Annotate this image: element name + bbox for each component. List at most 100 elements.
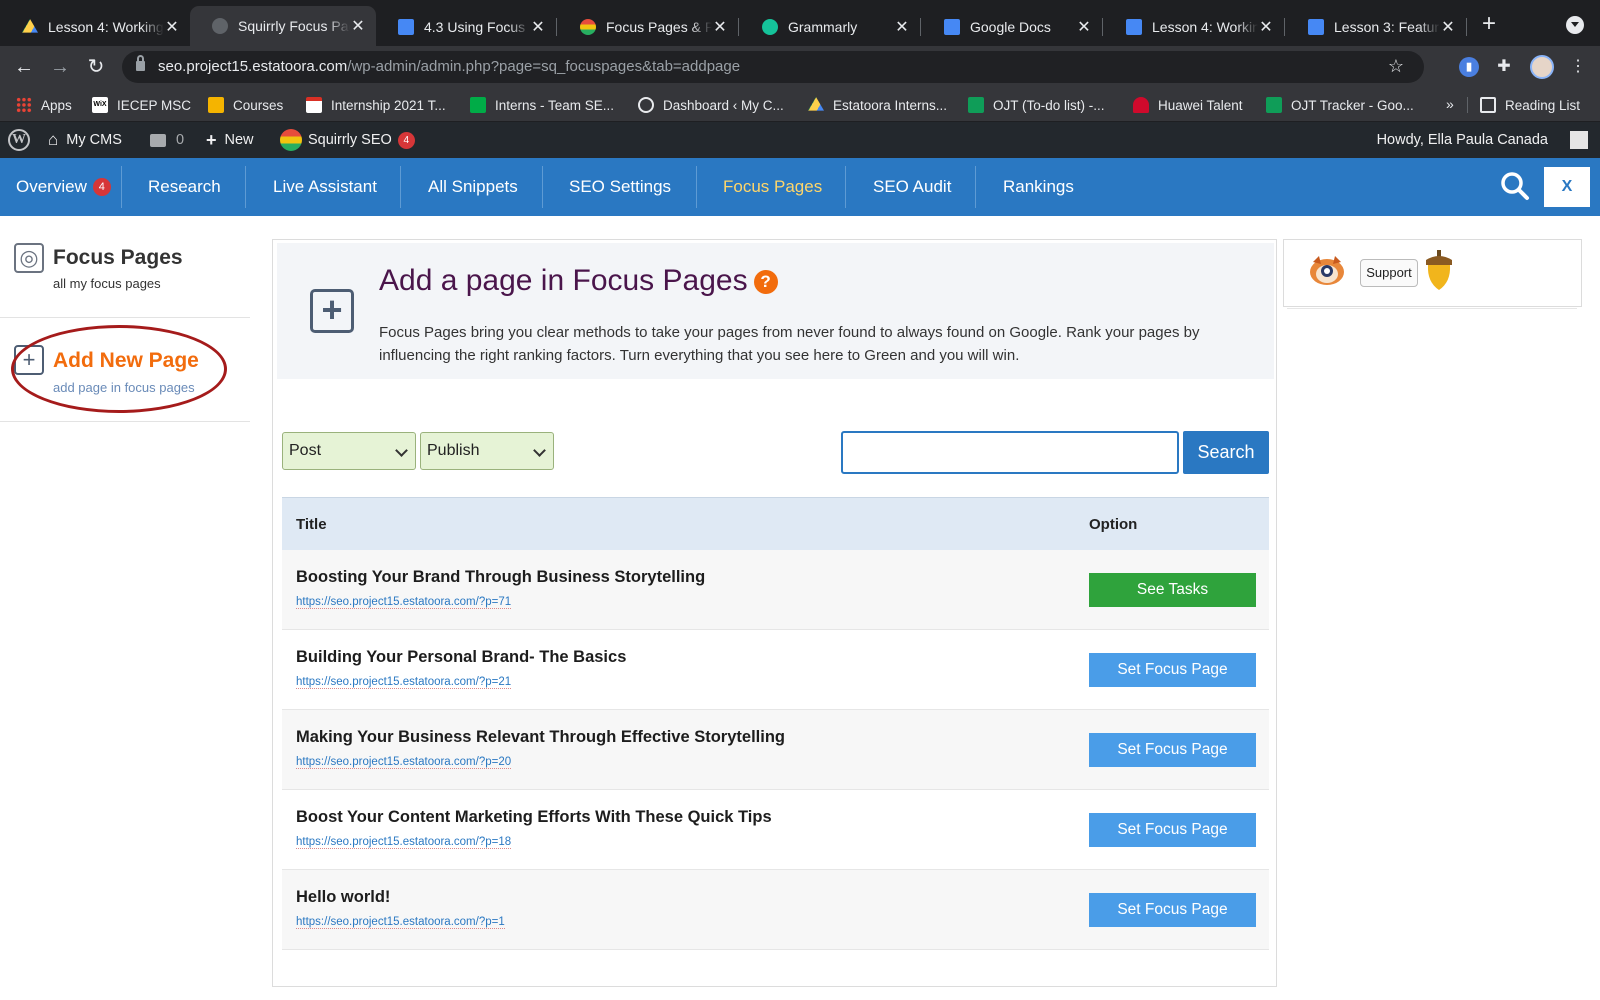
row-title: Boosting Your Brand Through Business Sto…: [296, 568, 706, 586]
tab-label: Grammarly: [788, 19, 858, 35]
tab-research[interactable]: Research: [148, 158, 221, 216]
bookmarks-overflow-icon[interactable]: »: [1446, 96, 1454, 112]
bookmark-apps[interactable]: Apps: [16, 96, 72, 114]
tab-live-assistant[interactable]: Live Assistant: [273, 158, 377, 216]
bookmark-item[interactable]: Internship 2021 T...: [306, 96, 446, 114]
close-tab-icon[interactable]: ✕: [1440, 17, 1456, 37]
browser-tab-active[interactable]: Squirrly Focus Pages ✕: [190, 6, 376, 46]
browser-tab[interactable]: Google Docs ✕: [922, 8, 1102, 46]
tab-focus-pages[interactable]: Focus Pages: [723, 158, 822, 216]
wordpress-logo-icon[interactable]: W: [8, 129, 30, 151]
row-url-link[interactable]: https://seo.project15.estatoora.com/?p=7…: [296, 596, 512, 609]
browser-tab[interactable]: Focus Pages & Pages ✕: [558, 8, 738, 46]
bookmark-item[interactable]: OJT (To-do list) -...: [968, 96, 1105, 114]
close-tab-icon[interactable]: ✕: [350, 16, 366, 36]
set-focus-page-button[interactable]: Set Focus Page: [1089, 653, 1256, 687]
reload-icon[interactable]: ↻: [84, 55, 108, 79]
close-tab-icon[interactable]: ✕: [1076, 17, 1092, 37]
bookmark-item[interactable]: Huawei Talent: [1133, 96, 1243, 114]
url-path: /wp-admin/admin.php?page=sq_focuspages&t…: [347, 58, 741, 75]
browser-tab[interactable]: Grammarly ✕: [740, 8, 920, 46]
browser-menu-icon[interactable]: ⋮: [1568, 57, 1588, 77]
back-arrow-icon[interactable]: ←: [12, 55, 36, 79]
tab-rankings[interactable]: Rankings: [1003, 158, 1074, 216]
extensions-puzzle-icon[interactable]: ✚: [1494, 57, 1514, 77]
browser-tab[interactable]: Lesson 4: Working ✕: [0, 8, 190, 46]
browser-tab[interactable]: Lesson 3: Features ✕: [1286, 8, 1466, 46]
google-drive-icon: [808, 97, 824, 111]
set-focus-page-button[interactable]: Set Focus Page: [1089, 733, 1256, 767]
bookmark-label: Apps: [41, 97, 72, 113]
bookmark-item[interactable]: Interns - Team SE...: [470, 96, 614, 114]
table-row: Making Your Business Relevant Through Ef…: [282, 710, 1269, 790]
wp-squirrly-seo[interactable]: Squirrly SEO 4: [280, 122, 415, 158]
tab-all-snippets[interactable]: All Snippets: [428, 158, 518, 216]
profile-avatar[interactable]: [1530, 55, 1554, 79]
wp-new-label: New: [224, 132, 254, 148]
row-title: Hello world!: [296, 888, 391, 906]
table-body: Boosting Your Brand Through Business Sto…: [282, 550, 1269, 950]
wp-new-content[interactable]: + New: [206, 122, 254, 158]
squirrly-menu: Overview 4 Research Live Assistant All S…: [0, 158, 1600, 216]
globe-icon: [212, 18, 228, 34]
bookmark-item[interactable]: Dashboard ‹ My C...: [638, 96, 784, 114]
wp-user-greeting[interactable]: Howdy, Ella Paula Canada: [1377, 122, 1548, 158]
post-status-select[interactable]: Publish: [420, 432, 554, 470]
extension-icon[interactable]: ▮: [1459, 57, 1479, 77]
tab-search-chevron-icon[interactable]: [1566, 16, 1584, 34]
comment-bubble-icon: [150, 133, 166, 147]
reading-list-label: Reading List: [1505, 97, 1581, 113]
new-tab-plus-icon[interactable]: +: [1478, 12, 1500, 36]
tab-overview[interactable]: Overview 4: [16, 158, 111, 216]
table-row: Boosting Your Brand Through Business Sto…: [282, 550, 1269, 630]
reading-list-icon: [1480, 97, 1496, 113]
calendar-icon: [306, 97, 322, 113]
wp-comments[interactable]: 0: [150, 122, 184, 158]
tab-seo-settings[interactable]: SEO Settings: [569, 158, 671, 216]
browser-tab[interactable]: 4.3 Using Focus Pages ✕: [376, 8, 556, 46]
close-button[interactable]: X: [1544, 167, 1590, 207]
set-focus-page-button[interactable]: Set Focus Page: [1089, 893, 1256, 927]
wp-site-link[interactable]: ⌂ My CMS: [48, 122, 122, 158]
bookmark-item[interactable]: OJT Tracker - Goo...: [1266, 96, 1414, 114]
post-type-select[interactable]: Post: [282, 432, 416, 470]
wordpress-icon: [638, 97, 654, 113]
close-tab-icon[interactable]: ✕: [164, 17, 180, 37]
notification-badge: 4: [92, 178, 111, 196]
close-tab-icon[interactable]: ✕: [712, 17, 728, 37]
close-tab-icon[interactable]: ✕: [1258, 17, 1274, 37]
bookmarks-bar: Apps WiX IECEP MSC Courses Internship 20…: [0, 88, 1600, 122]
sidebar-item-focus-pages[interactable]: ◎ Focus Pages all my focus pages: [0, 216, 250, 318]
set-focus-page-button[interactable]: Set Focus Page: [1089, 813, 1256, 847]
user-avatar[interactable]: [1570, 131, 1588, 149]
see-tasks-button[interactable]: See Tasks: [1089, 573, 1256, 607]
menu-divider: [696, 166, 697, 208]
bookmark-item[interactable]: WiX IECEP MSC: [92, 96, 191, 114]
row-url-link[interactable]: https://seo.project15.estatoora.com/?p=2…: [296, 676, 512, 689]
reading-list[interactable]: Reading List: [1480, 96, 1580, 114]
help-icon[interactable]: ?: [753, 270, 778, 295]
tab-seo-audit[interactable]: SEO Audit: [873, 158, 951, 216]
row-url-link[interactable]: https://seo.project15.estatoora.com/?p=1…: [296, 836, 512, 849]
address-bar[interactable]: seo.project15.estatoora.com/wp-admin/adm…: [122, 51, 1424, 83]
bookmark-star-icon[interactable]: ☆: [1388, 56, 1404, 77]
tab-label: SEO Settings: [569, 177, 672, 196]
bookmark-item[interactable]: Courses: [208, 96, 283, 114]
search-button[interactable]: Search: [1183, 431, 1269, 474]
row-title: Boost Your Content Marketing Efforts Wit…: [296, 808, 772, 826]
row-url-link[interactable]: https://seo.project15.estatoora.com/?p=1: [296, 916, 505, 929]
bookmark-item[interactable]: Estatoora Interns...: [808, 96, 947, 114]
panel-header: + Add a page in Focus Pages? Focus Pages…: [277, 243, 1274, 379]
browser-tab-strip: Lesson 4: Working ✕ Squirrly Focus Pages…: [0, 0, 1600, 46]
menu-divider: [975, 166, 976, 208]
browser-tab[interactable]: Lesson 4: Working ✕: [1104, 8, 1284, 46]
search-icon[interactable]: [1500, 171, 1530, 201]
close-tab-icon[interactable]: ✕: [530, 17, 546, 37]
page-title-text: Add a page in Focus Pages: [379, 264, 748, 297]
forward-arrow-icon[interactable]: →: [48, 55, 72, 79]
support-button[interactable]: Support: [1360, 259, 1418, 287]
row-url-link[interactable]: https://seo.project15.estatoora.com/?p=2…: [296, 756, 512, 769]
close-tab-icon[interactable]: ✕: [894, 17, 910, 37]
add-square-icon: +: [310, 289, 354, 333]
search-input[interactable]: [841, 431, 1179, 474]
